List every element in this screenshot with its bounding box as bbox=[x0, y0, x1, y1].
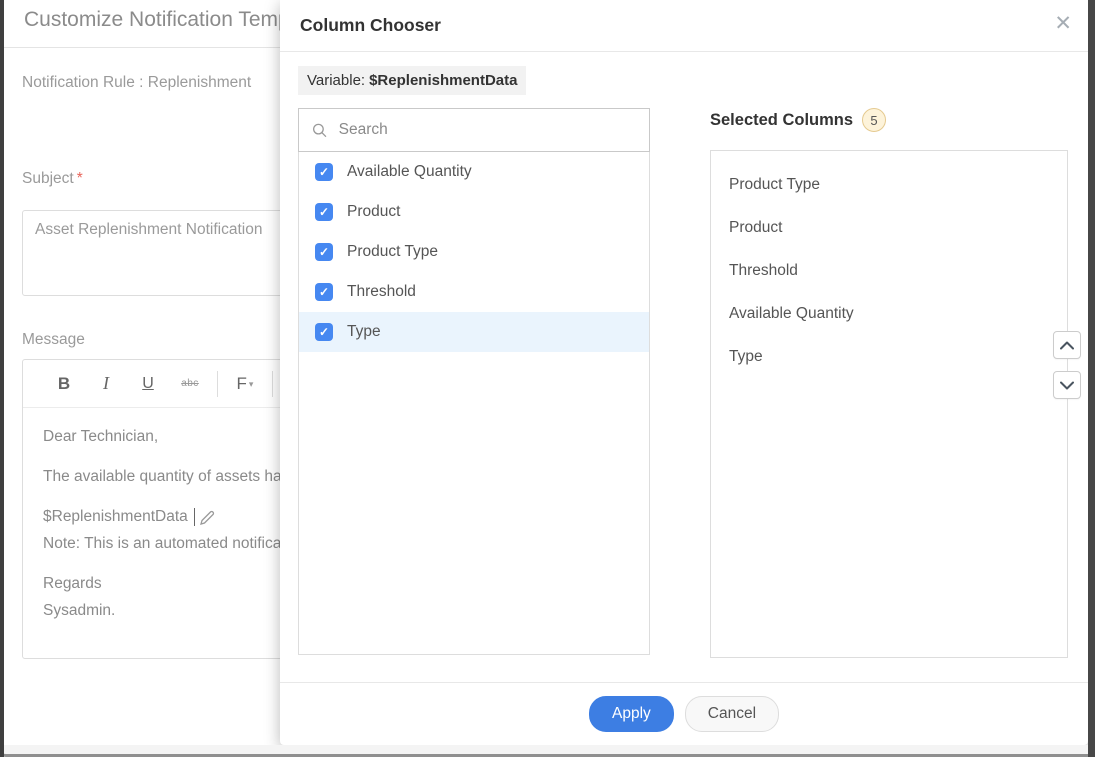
column-option-label: Product bbox=[347, 203, 400, 221]
variable-value: $ReplenishmentData bbox=[369, 72, 517, 89]
selected-column-item[interactable]: Available Quantity bbox=[729, 292, 1067, 335]
page-title: Customize Notification Template bbox=[24, 8, 324, 32]
dialog-title: Column Chooser bbox=[300, 15, 441, 36]
column-search[interactable] bbox=[298, 108, 650, 152]
toolbar-divider bbox=[217, 371, 218, 397]
subject-label: Subject* bbox=[22, 170, 83, 188]
edit-pencil-icon[interactable] bbox=[199, 509, 216, 526]
checkbox-checked-icon[interactable]: ✓ bbox=[315, 283, 333, 301]
message-label: Message bbox=[22, 331, 85, 349]
selected-column-item[interactable]: Product Type bbox=[729, 163, 1067, 206]
text-caret bbox=[194, 508, 195, 526]
checkbox-checked-icon[interactable]: ✓ bbox=[315, 163, 333, 181]
font-dropdown[interactable]: F▾ bbox=[224, 374, 266, 394]
column-option-product[interactable]: ✓ Product bbox=[299, 192, 649, 232]
apply-button[interactable]: Apply bbox=[589, 696, 674, 732]
chevron-up-icon bbox=[1060, 341, 1074, 350]
underline-icon[interactable]: U bbox=[127, 375, 169, 393]
dialog-header: Column Chooser ✕ bbox=[280, 0, 1088, 52]
close-icon[interactable]: ✕ bbox=[1054, 13, 1072, 34]
italic-icon[interactable]: I bbox=[85, 373, 127, 394]
move-down-button[interactable] bbox=[1053, 371, 1081, 399]
dialog-footer: Apply Cancel bbox=[280, 682, 1088, 745]
subject-value: Asset Replenishment Notification bbox=[35, 221, 262, 238]
toolbar-divider bbox=[272, 371, 273, 397]
cancel-button[interactable]: Cancel bbox=[685, 696, 779, 732]
search-icon bbox=[312, 122, 328, 139]
selected-column-item[interactable]: Product bbox=[729, 206, 1067, 249]
checkbox-checked-icon[interactable]: ✓ bbox=[315, 243, 333, 261]
selected-columns-list: Product Type Product Threshold Available… bbox=[710, 150, 1068, 658]
column-option-available-quantity[interactable]: ✓ Available Quantity bbox=[299, 152, 649, 192]
column-option-label: Available Quantity bbox=[347, 163, 472, 181]
variable-chip: Variable:$ReplenishmentData bbox=[298, 66, 526, 95]
window-left-edge bbox=[0, 0, 4, 757]
search-input[interactable] bbox=[339, 121, 636, 139]
column-option-label: Type bbox=[347, 323, 381, 341]
chevron-down-icon: ▾ bbox=[249, 379, 254, 389]
column-option-product-type[interactable]: ✓ Product Type bbox=[299, 232, 649, 272]
available-columns-list: ✓ Available Quantity ✓ Product ✓ Product… bbox=[298, 151, 650, 655]
selected-columns-header: Selected Columns 5 bbox=[710, 108, 886, 132]
notification-rule-text: Notification Rule : Replenishment bbox=[22, 74, 251, 92]
window-bottom-edge bbox=[0, 745, 1095, 757]
column-chooser-dialog: Column Chooser ✕ Variable:$Replenishment… bbox=[280, 0, 1088, 745]
move-up-button[interactable] bbox=[1053, 331, 1081, 359]
chevron-down-icon bbox=[1060, 381, 1074, 390]
column-option-type[interactable]: ✓ Type bbox=[299, 312, 649, 352]
variable-label: Variable: bbox=[307, 72, 365, 89]
required-asterisk: * bbox=[77, 170, 83, 187]
variable-token[interactable]: $ReplenishmentData bbox=[43, 508, 188, 526]
column-option-label: Threshold bbox=[347, 283, 416, 301]
selected-count-badge: 5 bbox=[862, 108, 886, 132]
strikethrough-icon[interactable]: abc bbox=[169, 378, 211, 389]
column-option-label: Product Type bbox=[347, 243, 438, 261]
bold-icon[interactable]: B bbox=[43, 374, 85, 394]
window-right-edge bbox=[1088, 0, 1095, 757]
selected-columns-title: Selected Columns bbox=[710, 111, 853, 130]
column-option-threshold[interactable]: ✓ Threshold bbox=[299, 272, 649, 312]
selected-column-item[interactable]: Threshold bbox=[729, 249, 1067, 292]
selected-column-item[interactable]: Type bbox=[729, 335, 1067, 378]
checkbox-checked-icon[interactable]: ✓ bbox=[315, 323, 333, 341]
checkbox-checked-icon[interactable]: ✓ bbox=[315, 203, 333, 221]
